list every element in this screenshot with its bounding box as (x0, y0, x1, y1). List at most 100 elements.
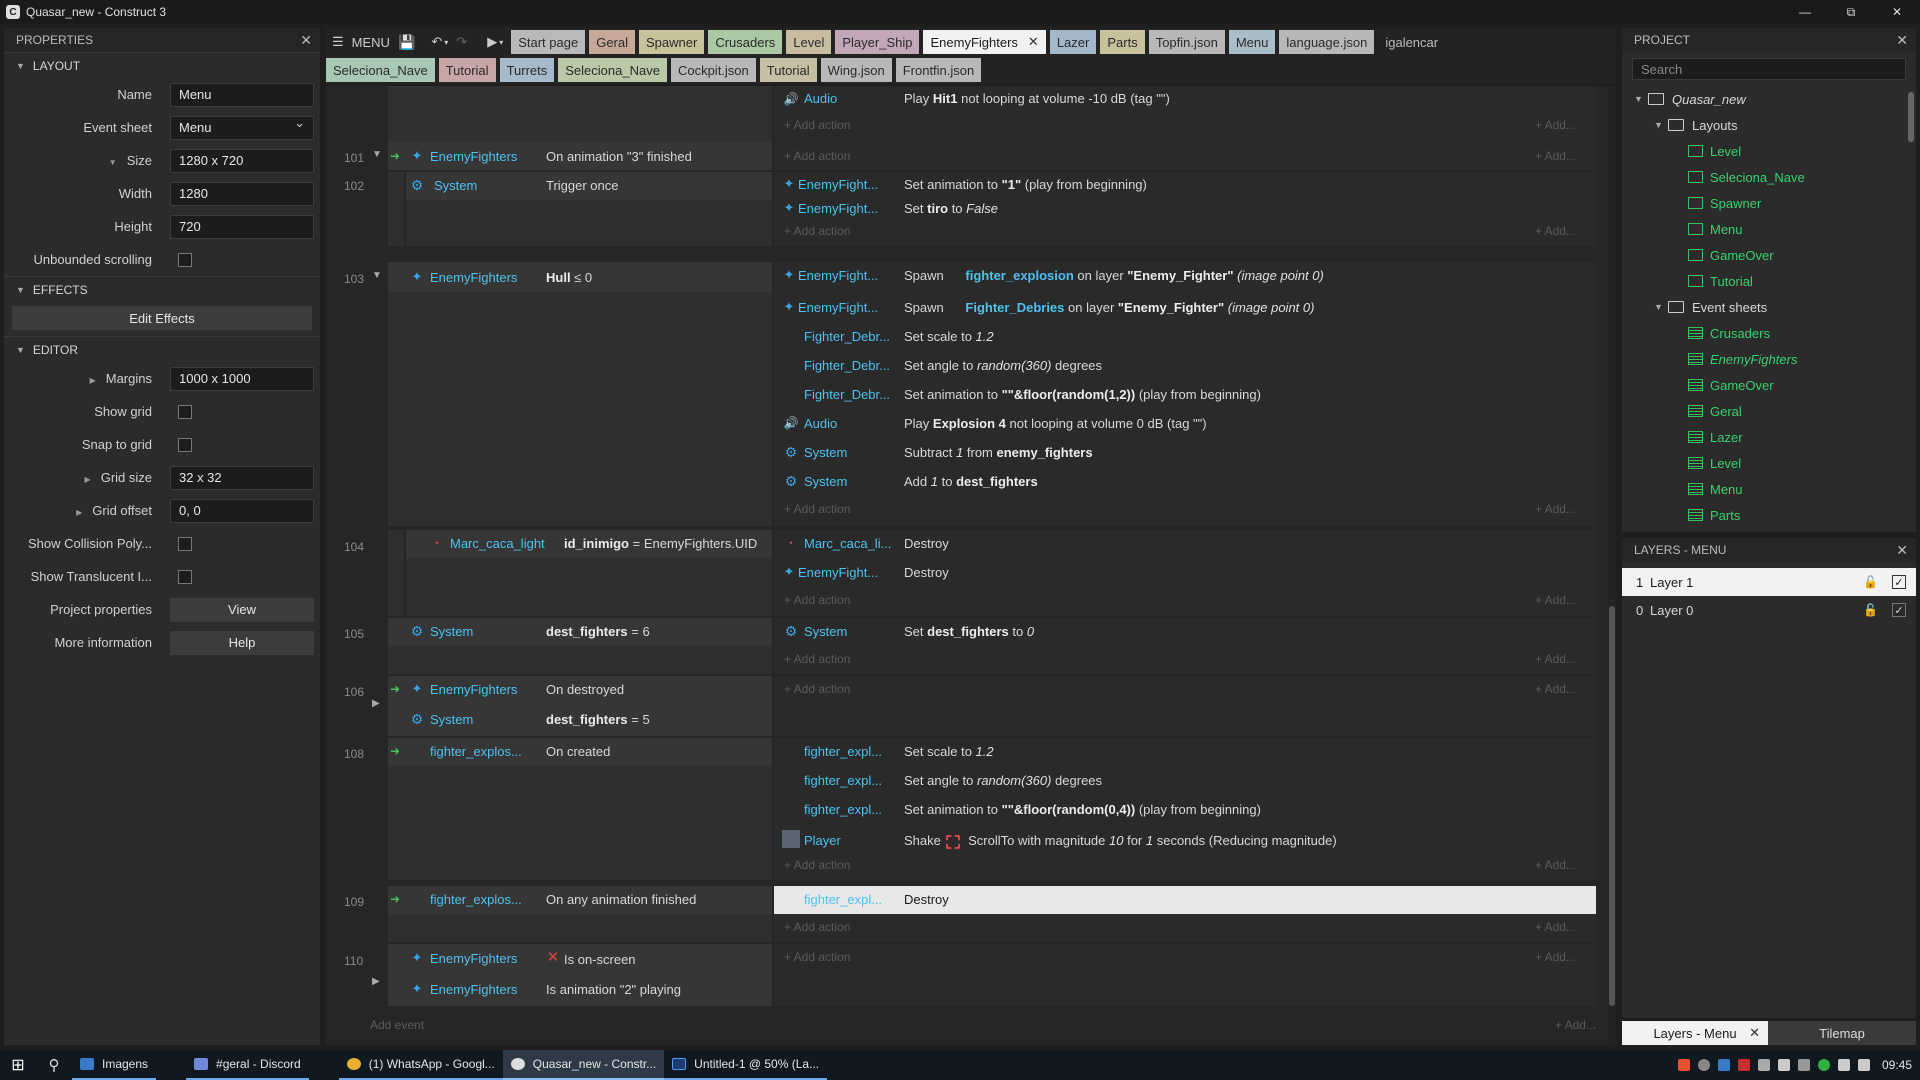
action-text[interactable]: Destroy (904, 565, 949, 580)
effects-section-header[interactable]: ▼ EFFECTS (4, 276, 320, 302)
tree-event-sheet-item[interactable]: Menu (1622, 476, 1916, 502)
tree-layout-item[interactable]: Menu (1622, 216, 1916, 242)
add-menu-link[interactable]: + Add... (1535, 502, 1576, 516)
close-icon[interactable]: ✕ (1749, 1025, 1760, 1041)
name-field[interactable]: Menu (170, 82, 314, 107)
condition-text[interactable]: Is on-screen (564, 952, 636, 967)
action-text[interactable]: Subtract 1 from enemy_fighters (904, 445, 1093, 460)
tree-event-sheet-item[interactable]: Crusaders (1622, 320, 1916, 346)
action-text[interactable]: Set animation to ""&floor(random(1,2)) (… (904, 387, 1261, 402)
tab-wing-json[interactable]: Wing.json (820, 58, 892, 82)
condition-text[interactable]: Is animation "2" playing (546, 982, 681, 997)
action-object[interactable]: Audio (804, 91, 837, 106)
tab-geral[interactable]: Geral (589, 30, 636, 54)
add-event-link[interactable]: Add event (370, 1018, 424, 1032)
tab-frontfin-json[interactable]: Frontfin.json (895, 58, 982, 82)
action-text[interactable]: Set dest_fighters to 0 (904, 624, 1034, 639)
condition-object[interactable]: fighter_explos... (430, 892, 522, 907)
tree-layout-item[interactable]: Spawner (1622, 190, 1916, 216)
action-text[interactable]: Spawn Fighter_Debries on layer "Enemy_Fi… (904, 300, 1314, 315)
action-object[interactable]: EnemyFight... (798, 177, 878, 192)
scrollbar-thumb[interactable] (1908, 92, 1914, 142)
action-object[interactable]: fighter_expl... (804, 744, 882, 759)
tree-layout-item[interactable]: Level (1622, 138, 1916, 164)
add-menu-link[interactable]: + Add... (1535, 593, 1576, 607)
close-icon[interactable]: ✕ (1896, 32, 1908, 49)
main-menu-button[interactable]: ☰ MENU (332, 30, 390, 54)
expand-triangle-icon[interactable]: ▶ (85, 475, 91, 484)
add-action-link[interactable]: + Add action (784, 149, 850, 163)
undo-icon[interactable]: ↶ ▾ (431, 30, 448, 54)
tree-event-sheet-item[interactable]: Level (1622, 450, 1916, 476)
action-text[interactable]: Set angle to random(360) degrees (904, 358, 1102, 373)
condition-object[interactable]: System (430, 712, 473, 727)
action-text[interactable]: Set animation to ""&floor(random(0,4)) (… (904, 802, 1261, 817)
scrollbar-thumb[interactable] (1609, 606, 1615, 1006)
tray-app-icon[interactable] (1678, 1059, 1690, 1071)
tab-parts[interactable]: Parts (1100, 30, 1145, 54)
tab-cockpit-json[interactable]: Cockpit.json (670, 58, 756, 82)
add-menu-link[interactable]: + Add... (1535, 149, 1576, 163)
condition-text[interactable]: On animation "3" finished (546, 149, 692, 164)
edit-effects-button[interactable]: Edit Effects (12, 306, 312, 330)
add-menu-link[interactable]: + Add... (1535, 224, 1576, 238)
condition-object[interactable]: EnemyFighters (430, 951, 517, 966)
condition-object[interactable]: EnemyFighters (430, 982, 517, 997)
add-action-link[interactable]: + Add action (784, 224, 850, 238)
visibility-checkbox[interactable]: ✓ (1892, 575, 1906, 589)
action-text[interactable]: Set angle to random(360) degrees (904, 773, 1102, 788)
grid-offset-field[interactable]: 0, 0 (170, 498, 314, 523)
add-menu-link[interactable]: + Add... (1535, 118, 1576, 132)
action-object[interactable]: Fighter_Debr... (804, 358, 890, 373)
layer-row[interactable]: 0 Layer 0 🔓 ✓ (1622, 596, 1916, 624)
action-text[interactable]: Set scale to 1.2 (904, 329, 994, 344)
condition-text[interactable]: dest_fighters = 5 (546, 712, 650, 727)
taskbar-item[interactable]: Quasar_new - Constr... (502, 1050, 665, 1080)
layer-row[interactable]: 1 Layer 1 🔓 ✓ (1622, 568, 1916, 596)
tab-seleciona-nave[interactable]: Seleciona_Nave (558, 58, 667, 82)
action-text[interactable]: Destroy (904, 536, 949, 551)
add-menu-link[interactable]: + Add... (1535, 950, 1576, 964)
show-collision-checkbox[interactable] (178, 536, 192, 551)
add-menu-link[interactable]: + Add... (1555, 1018, 1596, 1032)
close-window-button[interactable]: ✕ (1874, 0, 1920, 24)
size-field[interactable]: 1280 x 720 (170, 148, 314, 173)
editor-section-header[interactable]: ▼ EDITOR (4, 336, 320, 362)
expand-triangle-icon[interactable]: ▼ (372, 149, 382, 160)
tab-turrets[interactable]: Turrets (499, 58, 555, 82)
project-search-input[interactable]: Search (1632, 58, 1906, 80)
tree-folder-layouts[interactable]: ▼ Layouts (1622, 112, 1916, 138)
action-object[interactable]: Fighter_Debr... (804, 329, 890, 344)
action-object[interactable]: Marc_caca_li... (804, 536, 891, 551)
tab-topfin-json[interactable]: Topfin.json (1148, 30, 1225, 54)
action-object[interactable]: fighter_expl... (804, 773, 882, 788)
action-object[interactable]: EnemyFight... (798, 300, 878, 315)
taskbar-item[interactable]: (1) WhatsApp - Googl... (338, 1050, 503, 1080)
tab-tilemap[interactable]: Tilemap (1768, 1021, 1916, 1045)
action-object[interactable]: fighter_expl... (804, 892, 882, 907)
close-icon[interactable]: ✕ (1896, 542, 1908, 559)
condition-object[interactable]: fighter_explos... (430, 744, 522, 759)
maximize-button[interactable]: ⧉ (1828, 0, 1874, 24)
tree-event-sheet-item[interactable]: Parts (1622, 502, 1916, 528)
add-action-link[interactable]: + Add action (784, 920, 850, 934)
redo-icon[interactable]: ↷ (456, 30, 467, 54)
show-translucent-checkbox[interactable] (178, 569, 192, 584)
action-text[interactable]: Set scale to 1.2 (904, 744, 994, 759)
layout-section-header[interactable]: ▼ LAYOUT (4, 52, 320, 78)
save-icon[interactable]: 💾 (398, 30, 415, 54)
action-text[interactable]: Shake ScrollTo with magnitude 10 for 1 s… (904, 833, 1337, 849)
selected-action-row[interactable]: fighter_expl... Destroy (774, 886, 1596, 914)
action-text[interactable]: Destroy (904, 892, 949, 907)
condition-text[interactable]: On destroyed (546, 682, 624, 697)
action-object[interactable]: System (804, 445, 847, 460)
action-text[interactable]: Set tiro to False (904, 201, 998, 216)
width-field[interactable]: 1280 (170, 181, 314, 206)
action-text[interactable]: Spawn fighter_explosion on layer "Enemy_… (904, 268, 1324, 283)
tree-folder-event-sheets[interactable]: ▼ Event sheets (1622, 294, 1916, 320)
condition-object[interactable]: EnemyFighters (430, 682, 517, 697)
play-icon[interactable]: ▶ ▾ (487, 30, 503, 54)
add-action-link[interactable]: + Add action (784, 858, 850, 872)
help-button[interactable]: Help (170, 630, 314, 655)
expand-triangle-icon[interactable]: ▶ (76, 508, 82, 517)
